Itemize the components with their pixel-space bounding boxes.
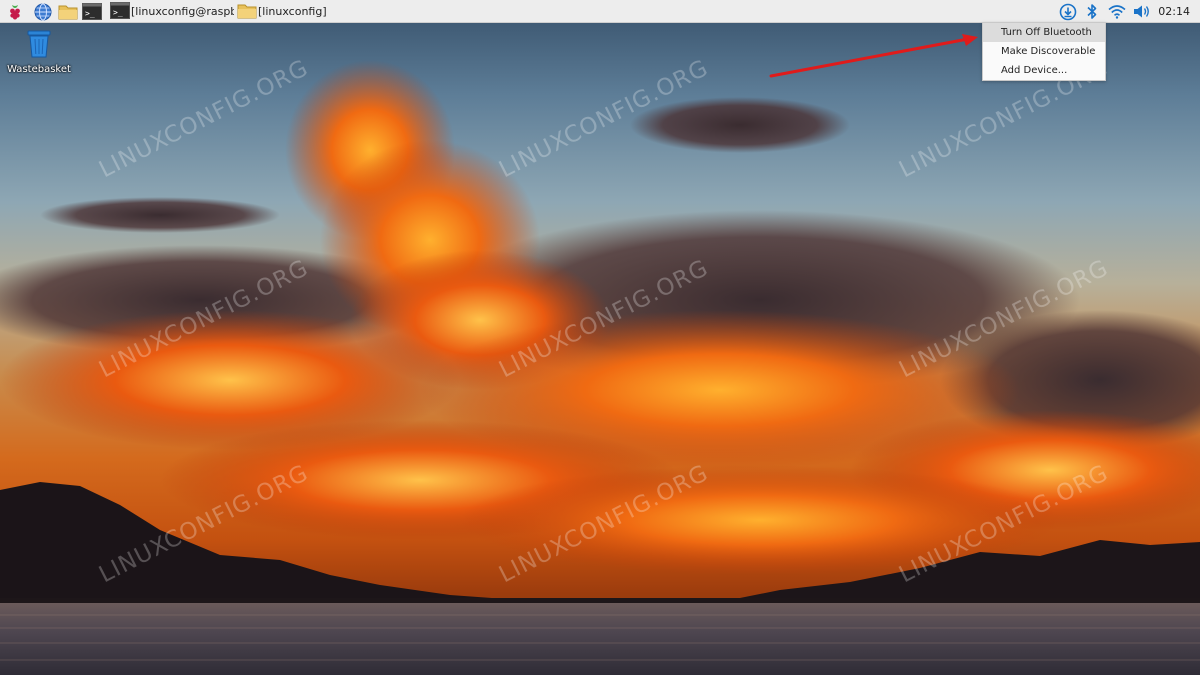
menu-item-turn-off-bluetooth[interactable]: Turn Off Bluetooth: [983, 23, 1105, 42]
menu-item-make-discoverable[interactable]: Make Discoverable: [983, 42, 1105, 61]
menu-item-add-device[interactable]: Add Device...: [983, 61, 1105, 80]
desktop-wallpaper: LINUXCONFIG.ORG LINUXCONFIG.ORG LINUXCON…: [0, 0, 1200, 675]
bluetooth-menu: Turn Off Bluetooth Make Discoverable Add…: [982, 22, 1106, 81]
